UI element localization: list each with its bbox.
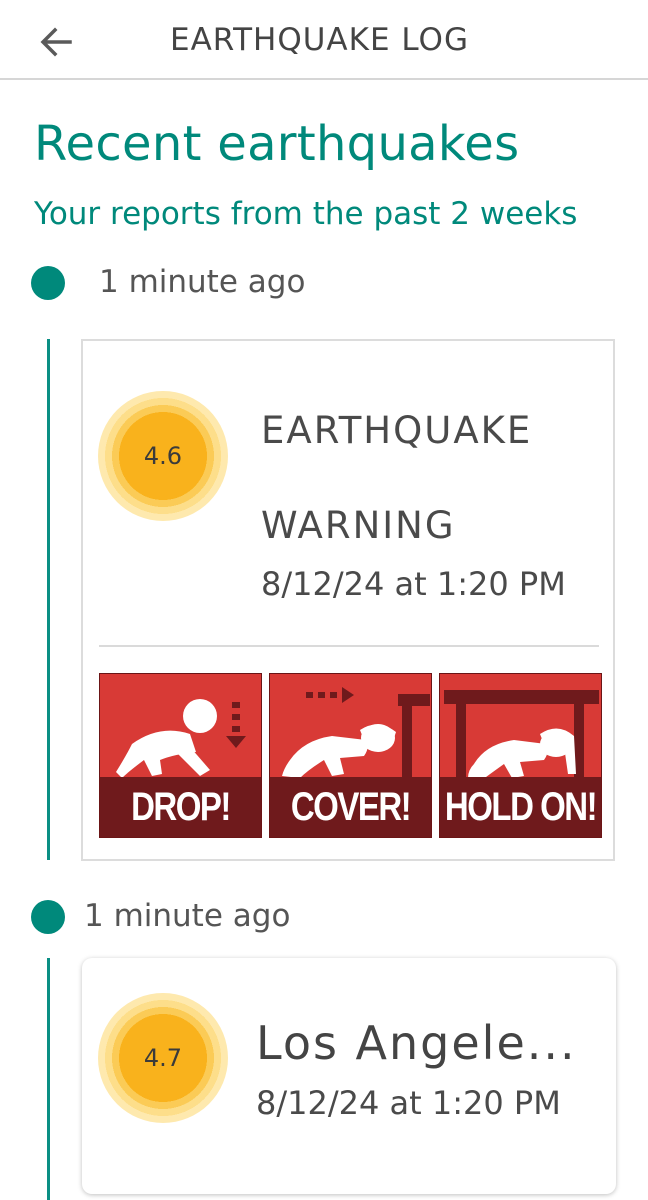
magnitude-value: 4.7 <box>143 1044 183 1072</box>
earthquake-report-card[interactable]: 4.7 Los Angele... 8/12/24 at 1:20 PM <box>82 958 616 1194</box>
safety-step-drop: DROP! <box>99 673 262 838</box>
safety-step-cover: COVER! <box>269 673 432 838</box>
magnitude-badge: 4.6 <box>98 391 228 521</box>
magnitude-badge: 4.7 <box>98 993 228 1123</box>
safety-step-label: DROP! <box>100 777 261 837</box>
section-heading: Recent earthquakes <box>34 116 520 172</box>
safety-step-label: HOLD ON! <box>440 777 601 837</box>
timeline-line <box>47 958 50 1200</box>
location-name: Los Angele... <box>256 1016 577 1070</box>
app-bar: EARTHQUAKE LOG <box>0 0 648 80</box>
safety-step-hold-on: HOLD ON! <box>439 673 602 838</box>
timeline-line <box>47 339 50 860</box>
back-button[interactable] <box>34 20 78 64</box>
warning-title-line1: EARTHQUAKE <box>261 409 533 452</box>
safety-step-label: COVER! <box>270 777 431 837</box>
safety-steps: DROP! COVER! HOLD ON! <box>99 673 602 838</box>
hold-on-figure-icon <box>444 690 599 788</box>
warning-title-line2: WARNING <box>261 504 456 547</box>
drop-figure-icon <box>116 699 246 778</box>
earthquake-warning-card[interactable]: 4.6 EARTHQUAKE WARNING 8/12/24 at 1:20 P… <box>81 339 615 861</box>
timeline-dot <box>31 900 65 934</box>
page-title: EARTHQUAKE LOG <box>170 22 469 58</box>
entry-datetime: 8/12/24 at 1:20 PM <box>256 1084 561 1122</box>
entry-time: 1 minute ago <box>84 898 291 934</box>
arrow-left-icon <box>40 27 72 57</box>
entry-time: 1 minute ago <box>99 264 306 300</box>
cover-figure-icon <box>282 687 430 786</box>
card-divider <box>99 645 599 647</box>
entry-datetime: 8/12/24 at 1:20 PM <box>261 565 566 603</box>
timeline-dot <box>31 266 65 300</box>
magnitude-value: 4.6 <box>143 442 183 470</box>
section-subheading: Your reports from the past 2 weeks <box>34 196 578 232</box>
